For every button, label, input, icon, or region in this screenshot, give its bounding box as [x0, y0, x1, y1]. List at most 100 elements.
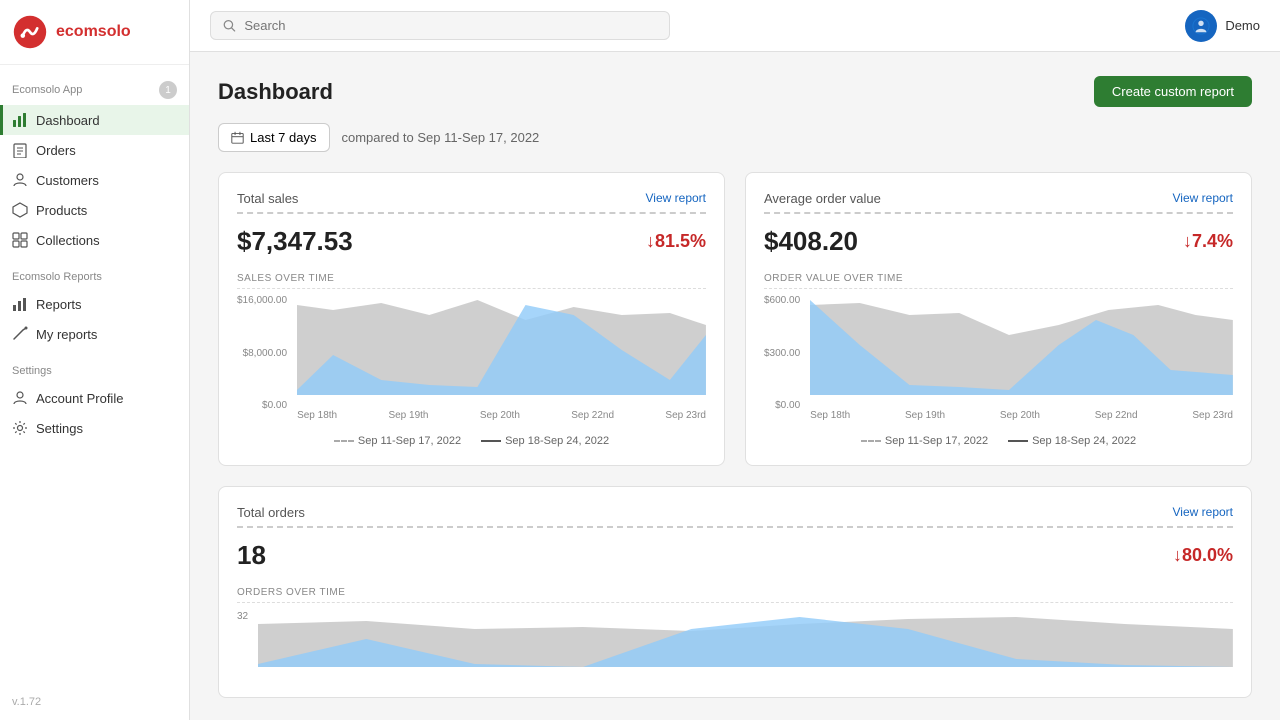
user-avatar-icon [1192, 17, 1210, 35]
order-chart: Sep 18th Sep 19th Sep 20th Sep 22nd Sep … [810, 295, 1233, 425]
logo-icon [12, 14, 48, 50]
sales-chart-label: SALES OVER TIME [237, 273, 706, 289]
o-x-sep20: Sep 20th [1000, 410, 1040, 421]
o-x-sep18: Sep 18th [810, 410, 850, 421]
search-input[interactable] [244, 18, 657, 33]
products-icon [12, 202, 28, 218]
main-area: Demo Dashboard Create custom report Last… [190, 0, 1280, 720]
total-orders-value: 18 [237, 540, 266, 571]
order-legend-dashed [861, 440, 881, 442]
order-legend-curr: Sep 18-Sep 24, 2022 [1008, 435, 1136, 447]
total-orders-divider [237, 526, 1233, 528]
x-sep19: Sep 19th [388, 410, 428, 421]
search-bar[interactable] [210, 11, 670, 40]
orders-chart-container: 32 [237, 609, 1233, 679]
sidebar-item-collections[interactable]: Collections [0, 225, 189, 255]
avg-order-title: Average order value [764, 191, 881, 206]
search-icon [223, 19, 236, 33]
x-sep18: Sep 18th [297, 410, 337, 421]
orders-chart-label: ORDERS OVER TIME [237, 587, 1233, 603]
sales-x-axis: Sep 18th Sep 19th Sep 20th Sep 22nd Sep … [297, 410, 706, 421]
ecomsolo-app-section: Ecomsolo App 1 [0, 65, 189, 105]
total-sales-value: $7,347.53 [237, 226, 353, 257]
sales-chart-svg [297, 295, 706, 405]
sidebar-item-customers[interactable]: Customers [0, 165, 189, 195]
sales-chart: Sep 18th Sep 19th Sep 20th Sep 22nd Sep … [297, 295, 706, 425]
orders-chart-svg [258, 609, 1233, 669]
sidebar-my-reports-label: My reports [36, 327, 97, 342]
avg-order-view-report[interactable]: View report [1173, 191, 1233, 205]
user-avatar [1185, 10, 1217, 42]
order-chart-container: $600.00 $300.00 $0.00 Sep 18th [764, 295, 1233, 425]
order-chart-legend: Sep 11-Sep 17, 2022 Sep 18-Sep 24, 2022 [764, 435, 1233, 447]
x-sep23: Sep 23rd [665, 410, 706, 421]
sales-y-bot: $0.00 [237, 400, 287, 411]
version-label: v.1.72 [0, 684, 189, 720]
total-orders-view-report[interactable]: View report [1173, 505, 1233, 519]
sidebar-item-reports[interactable]: Reports [0, 289, 189, 319]
sidebar-item-orders[interactable]: Orders [0, 135, 189, 165]
total-orders-change: ↓80.0% [1173, 545, 1233, 566]
account-profile-icon [12, 390, 28, 406]
sidebar-item-my-reports[interactable]: My reports [0, 319, 189, 349]
order-y-bot: $0.00 [764, 400, 800, 411]
ecomsolo-reports-section: Ecomsolo Reports [0, 255, 189, 289]
avg-order-divider [764, 212, 1233, 214]
sales-y-axis: $16,000.00 $8,000.00 $0.00 [237, 295, 291, 425]
order-y-axis: $600.00 $300.00 $0.00 [764, 295, 804, 425]
sales-chart-container: $16,000.00 $8,000.00 $0.00 Sep 18th [237, 295, 706, 425]
avg-order-card: Average order value View report $408.20 … [745, 172, 1252, 466]
orders-icon [12, 142, 28, 158]
content-area: Dashboard Create custom report Last 7 da… [190, 52, 1280, 720]
calendar-icon [231, 131, 244, 144]
sidebar-item-settings[interactable]: Settings [0, 413, 189, 443]
create-custom-report-button[interactable]: Create custom report [1094, 76, 1252, 107]
compare-text: compared to Sep 11-Sep 17, 2022 [342, 130, 540, 145]
sidebar-orders-label: Orders [36, 143, 76, 158]
orders-y-top: 32 [237, 611, 248, 622]
settings-section: Settings [0, 349, 189, 383]
x-sep22: Sep 22nd [571, 410, 614, 421]
order-legend-solid [1008, 440, 1028, 442]
page-title: Dashboard [218, 79, 333, 105]
sales-chart-legend: Sep 11-Sep 17, 2022 Sep 18-Sep 24, 2022 [237, 435, 706, 447]
date-bar: Last 7 days compared to Sep 11-Sep 17, 2… [218, 123, 1252, 152]
avg-order-change: ↓7.4% [1183, 231, 1233, 252]
sidebar-products-label: Products [36, 203, 87, 218]
x-sep20: Sep 20th [480, 410, 520, 421]
total-orders-value-row: 18 ↓80.0% [237, 540, 1233, 571]
o-x-sep19: Sep 19th [905, 410, 945, 421]
reports-icon [12, 296, 28, 312]
total-orders-header: Total orders View report [237, 505, 1233, 520]
legend-dashed-line [334, 440, 354, 442]
settings-icon [12, 420, 28, 436]
total-sales-header: Total sales View report [237, 191, 706, 206]
topbar: Demo [190, 0, 1280, 52]
notification-bubble: 1 [159, 81, 177, 99]
order-y-mid: $300.00 [764, 348, 800, 359]
order-y-top: $600.00 [764, 295, 800, 306]
total-sales-view-report[interactable]: View report [646, 191, 706, 205]
sidebar-item-products[interactable]: Products [0, 195, 189, 225]
orders-y-axis: 32 [237, 609, 252, 679]
user-name: Demo [1225, 18, 1260, 33]
sidebar-reports-label: Reports [36, 297, 82, 312]
total-sales-change: ↓81.5% [646, 231, 706, 252]
avg-order-value: $408.20 [764, 226, 858, 257]
collections-icon [12, 232, 28, 248]
total-sales-title: Total sales [237, 191, 298, 206]
total-orders-card: Total orders View report 18 ↓80.0% ORDER… [218, 486, 1252, 698]
sales-legend-curr: Sep 18-Sep 24, 2022 [481, 435, 609, 447]
sidebar-account-label: Account Profile [36, 391, 123, 406]
legend-solid-line [481, 440, 501, 442]
o-x-sep23: Sep 23rd [1192, 410, 1233, 421]
sidebar-item-dashboard[interactable]: Dashboard [0, 105, 189, 135]
sidebar: ecomsolo Ecomsolo App 1 Dashboard Orders… [0, 0, 190, 720]
sidebar-collections-label: Collections [36, 233, 100, 248]
my-reports-icon [12, 326, 28, 342]
sidebar-dashboard-label: Dashboard [36, 113, 100, 128]
date-range-button[interactable]: Last 7 days [218, 123, 330, 152]
sidebar-customers-label: Customers [36, 173, 99, 188]
sales-y-mid: $8,000.00 [237, 348, 287, 359]
sidebar-item-account-profile[interactable]: Account Profile [0, 383, 189, 413]
